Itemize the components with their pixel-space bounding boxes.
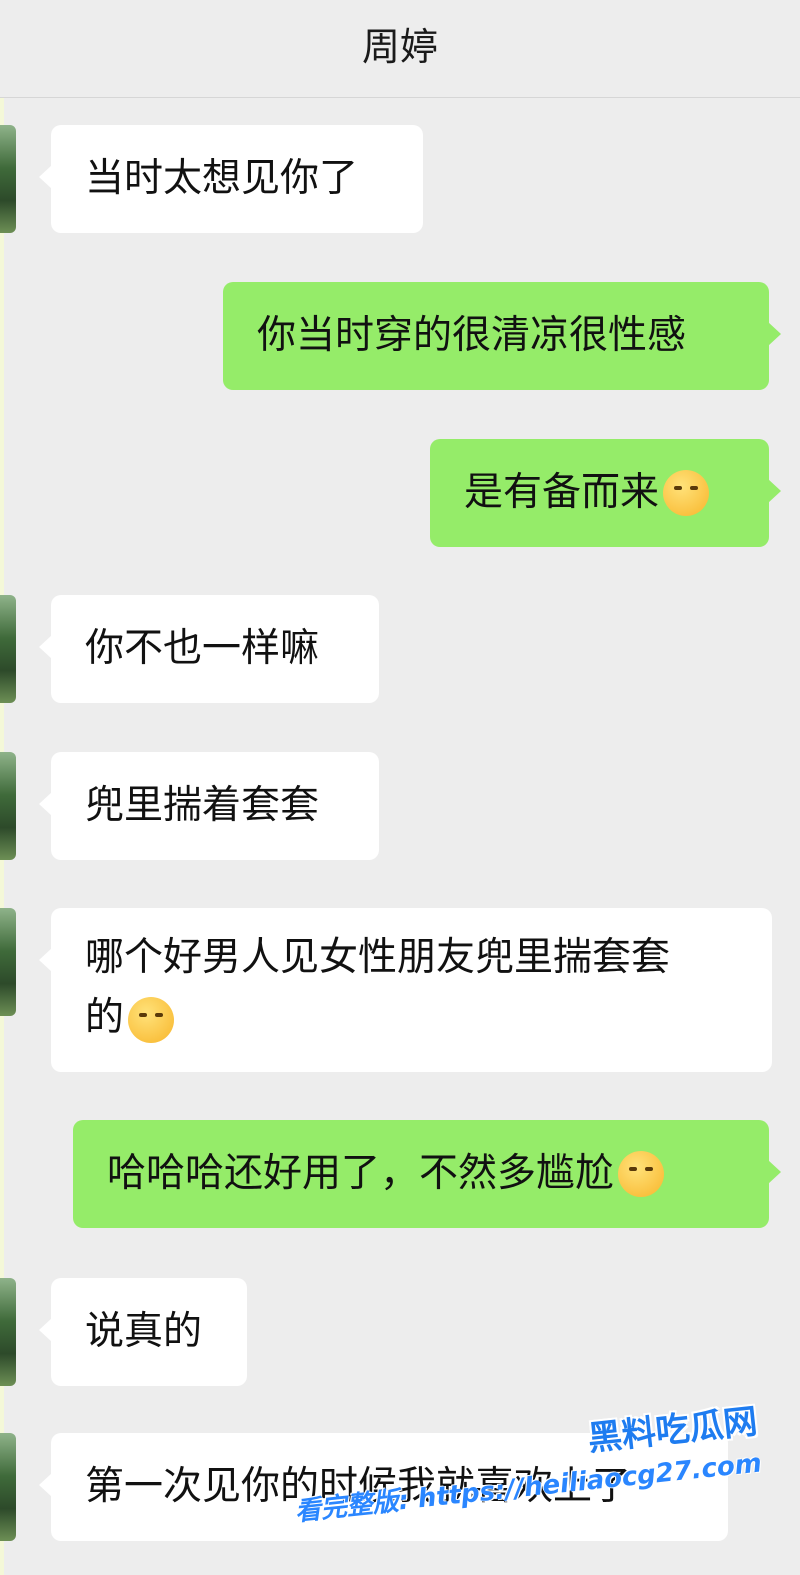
grinning-sweat-emoji-icon: [618, 1151, 665, 1197]
message-bubble-incoming[interactable]: 说真的: [39, 1278, 247, 1386]
message-text: 当时太想见你了: [85, 156, 359, 201]
message-text: 说真的: [85, 1309, 203, 1354]
tears-of-joy-emoji-icon: [663, 470, 710, 516]
contact-avatar[interactable]: [0, 1433, 16, 1541]
message-text: 是有备而来: [464, 470, 660, 515]
message-bubble-outgoing[interactable]: 哈哈哈还好用了，不然多尴尬: [73, 1120, 781, 1228]
message-bubble-incoming[interactable]: 当时太想见你了: [39, 125, 423, 233]
contact-avatar[interactable]: [0, 125, 16, 233]
message-text: 你不也一样嘛: [85, 626, 320, 671]
message-bubble-outgoing[interactable]: 是有备而来: [430, 439, 781, 547]
face-exhaling-emoji-icon: [128, 996, 175, 1043]
contact-avatar[interactable]: [0, 1278, 16, 1386]
message-bubble-incoming[interactable]: 兜里揣着套套: [39, 752, 379, 860]
message-text-line: 哪个好男人见女性朋友兜里揣套套: [85, 935, 671, 980]
message-text: 哈哈哈还好用了，不然多尴尬: [107, 1151, 615, 1196]
chat-header: 周婷: [0, 0, 800, 98]
message-text: 兜里揣着套套: [85, 783, 320, 828]
message-bubble-outgoing[interactable]: 你当时穿的很清凉很性感: [223, 282, 781, 390]
message-text-line-2: 的: [85, 988, 738, 1048]
contact-avatar[interactable]: [0, 595, 16, 703]
contact-name: 周婷: [361, 25, 438, 69]
message-text: 你当时穿的很清凉很性感: [257, 313, 687, 358]
message-bubble-incoming[interactable]: 你不也一样嘛: [39, 595, 379, 703]
contact-avatar[interactable]: [0, 752, 16, 860]
message-text: 的: [85, 995, 125, 1040]
contact-avatar[interactable]: [0, 908, 16, 1016]
message-bubble-incoming[interactable]: 哪个好男人见女性朋友兜里揣套套 的: [39, 908, 772, 1072]
